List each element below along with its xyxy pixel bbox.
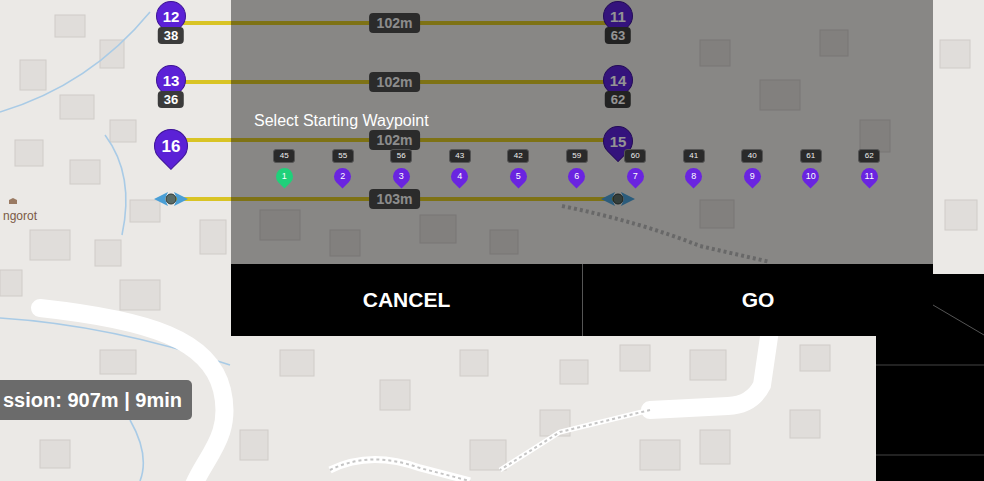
place-label: ngorot [3, 209, 37, 223]
building-icon [8, 197, 18, 205]
waypoint-badge: 59 [566, 149, 588, 163]
waypoint-number: 11 [861, 168, 878, 185]
waypoint-number: 2 [334, 168, 351, 185]
waypoint-pin[interactable]: 9 [744, 168, 761, 185]
go-button[interactable]: GO [582, 264, 933, 336]
waypoint-badge: 56 [390, 149, 412, 163]
waypoint-number: 10 [802, 168, 819, 185]
dialog-title: Select Starting Waypoint [231, 0, 933, 130]
waypoint-pin[interactable]: 6 [568, 168, 585, 185]
waypoint-badge: 40 [741, 149, 763, 163]
waypoint-pin[interactable]: 2 [334, 168, 351, 185]
waypoint-pin[interactable]: 7 [627, 168, 644, 185]
waypoint-badge: 42 [507, 149, 529, 163]
start-waypoint-dialog: Select Starting Waypoint 451552563434425… [231, 0, 933, 336]
waypoint-badge: 61 [800, 149, 822, 163]
start-waypoint-option[interactable]: 6110 [782, 149, 841, 185]
waypoint-pin[interactable]: 1238 [156, 1, 186, 31]
start-waypoint-option[interactable]: 563 [372, 149, 431, 185]
waypoint-pin[interactable]: 10 [802, 168, 819, 185]
waypoint-badge: 38 [158, 27, 184, 44]
waypoint-pin[interactable]: 1336 [156, 65, 186, 95]
waypoint-badge: 36 [158, 91, 184, 108]
waypoint-badge: 41 [683, 149, 705, 163]
start-waypoint-option[interactable]: 552 [314, 149, 373, 185]
waypoint-number: 3 [393, 168, 410, 185]
waypoint-number: 1 [276, 168, 293, 185]
heading-arrow-icon [154, 190, 188, 208]
waypoint-number: 4 [451, 168, 468, 185]
cancel-button[interactable]: CANCEL [231, 264, 582, 336]
start-waypoint-option[interactable]: 434 [431, 149, 490, 185]
waypoint-number: 8 [685, 168, 702, 185]
map-view[interactable]: 102m102m102m103m12381336161163146215 ngo… [0, 0, 984, 481]
start-waypoint-option[interactable]: 409 [723, 149, 782, 185]
start-waypoint-option[interactable]: 451 [255, 149, 314, 185]
waypoint-badge: 43 [449, 149, 471, 163]
waypoint-number: 9 [744, 168, 761, 185]
waypoint-badge: 60 [624, 149, 646, 163]
waypoint-number: 7 [627, 168, 644, 185]
mission-summary: ssion: 907m | 9min [0, 380, 192, 420]
start-waypoint-option[interactable]: 418 [665, 149, 724, 185]
waypoint-pin[interactable]: 4 [451, 168, 468, 185]
waypoint-pin[interactable]: 3 [393, 168, 410, 185]
waypoint-badge: 55 [332, 149, 354, 163]
waypoint-pin[interactable]: 8 [685, 168, 702, 185]
start-waypoint-option[interactable]: 596 [548, 149, 607, 185]
waypoint-number: 16 [154, 129, 188, 163]
waypoint-badge: 45 [273, 149, 295, 163]
waypoint-pin[interactable]: 5 [510, 168, 527, 185]
waypoint-pin[interactable]: 1 [276, 168, 293, 185]
start-waypoint-option[interactable]: 6211 [840, 149, 899, 185]
dialog-buttons: CANCELGO [231, 264, 933, 336]
waypoint-picker: 45155256343442559660741840961106211 [231, 149, 933, 185]
start-waypoint-option[interactable]: 425 [489, 149, 548, 185]
waypoint-number: 6 [568, 168, 585, 185]
start-waypoint-option[interactable]: 607 [606, 149, 665, 185]
waypoint-number: 5 [510, 168, 527, 185]
waypoint-pin[interactable]: 11 [861, 168, 878, 185]
dialog-body: Select Starting Waypoint 451552563434425… [231, 0, 933, 264]
waypoint-badge: 62 [858, 149, 880, 163]
waypoint-pin[interactable]: 16 [154, 129, 188, 163]
